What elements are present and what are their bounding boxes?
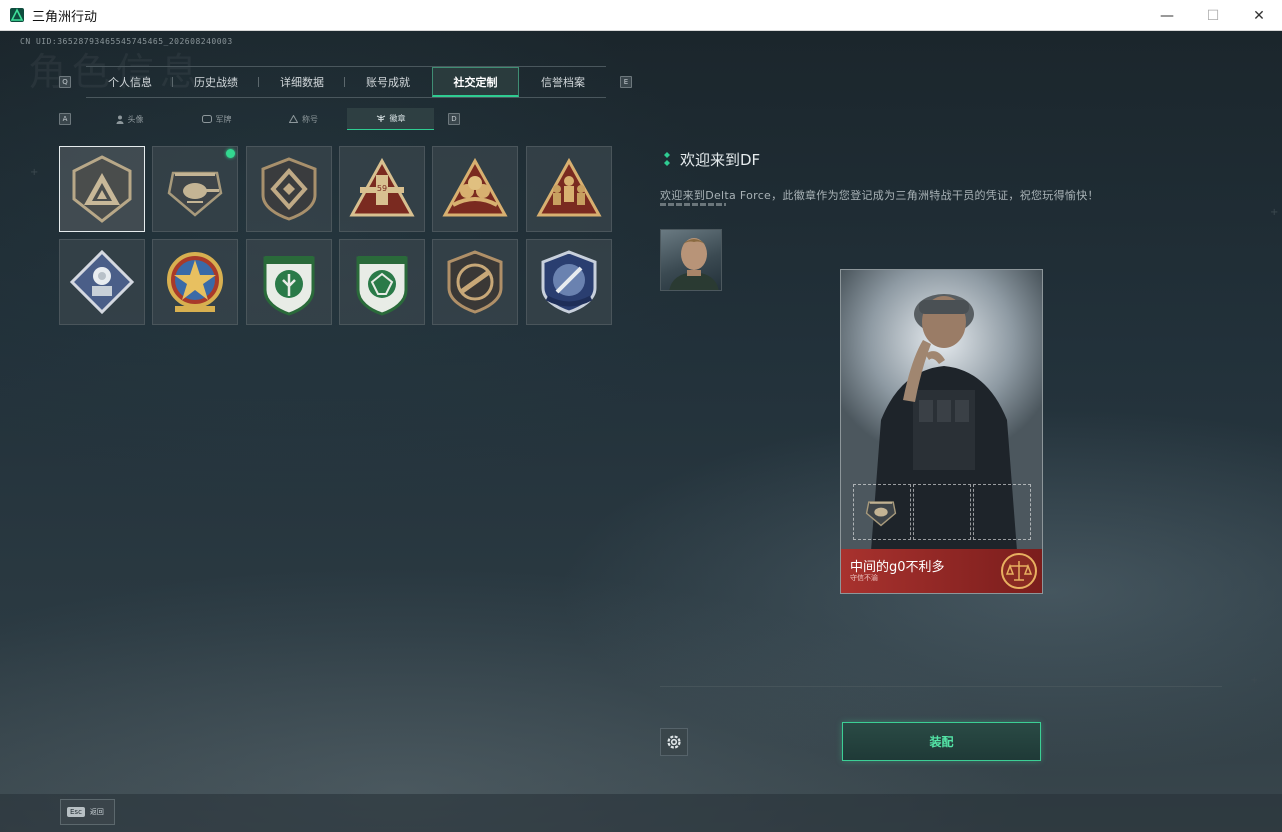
operator-card: 中间的g0不利多 守信不渝 (840, 269, 1043, 594)
badge-slot-2[interactable] (913, 484, 971, 540)
subtab-label: 头像 (127, 114, 144, 124)
tab-social-custom[interactable]: 社交定制 (432, 67, 519, 97)
badge-title: 欢迎来到DF (680, 151, 761, 169)
badge-cell-soldiers[interactable] (526, 146, 612, 232)
tag-icon (201, 115, 212, 123)
badge-cell-green-leaf[interactable] (246, 239, 332, 325)
badge-cell-green-gem[interactable] (339, 239, 425, 325)
wings-icon (376, 115, 385, 122)
esc-key: Esc (67, 807, 85, 817)
subtab-label: 徽章 (389, 114, 406, 123)
subtab-avatar[interactable]: 头像 (86, 108, 173, 130)
panel-divider (660, 686, 1222, 687)
rose-badge-icon (69, 249, 135, 315)
badge-slot-1[interactable] (853, 484, 911, 540)
delta-badge-icon (72, 155, 132, 223)
tab-separator (258, 77, 259, 87)
badge-cell-diamond-shield[interactable] (246, 146, 332, 232)
tab-detailed-data[interactable]: 详细数据 (264, 67, 340, 97)
badge-cell-plane-59[interactable]: 59 (339, 146, 425, 232)
badge-cell-rifle[interactable] (432, 239, 518, 325)
plane-59-badge-icon: 59 (349, 157, 415, 217)
tabs-divider (86, 97, 606, 98)
green-gem-badge-icon (356, 256, 408, 316)
player-avatar (660, 229, 722, 291)
helicopter-badge-icon (167, 171, 223, 217)
subtab-label: 军牌 (215, 114, 232, 124)
badge-cell-blue-sword[interactable] (526, 239, 612, 325)
title-marker-icon (664, 152, 670, 166)
settings-button[interactable] (660, 728, 688, 756)
subtab-title[interactable]: 称号 (260, 108, 347, 130)
soldiers-badge-icon (536, 157, 602, 217)
tri-peaks-badge-icon (442, 157, 508, 217)
bottom-bar (0, 794, 1282, 832)
decor-plus: + (30, 167, 39, 178)
app-logo-icon (10, 8, 24, 22)
badge-cell-helicopter[interactable] (152, 146, 238, 232)
window-titlebar: 三角洲行动 — ☐ ✕ (0, 0, 1282, 31)
svg-text:59: 59 (377, 184, 387, 193)
badge-cell-star[interactable] (152, 239, 238, 325)
next-subtab-key[interactable]: D (448, 113, 460, 125)
description-divider (660, 203, 726, 206)
window-title: 三角洲行动 (32, 9, 98, 25)
prev-tab-key[interactable]: Q (59, 76, 71, 88)
badge-description: 欢迎来到Delta Force，此徽章作为您登记成为三角洲特战干员的凭证，祝您玩… (660, 189, 1099, 202)
subtab-dogtag[interactable]: 军牌 (173, 108, 260, 130)
tab-history[interactable]: 历史战绩 (178, 67, 254, 97)
minimize-button[interactable]: — (1144, 0, 1190, 31)
subtab-label: 称号 (302, 114, 318, 124)
back-button[interactable]: Esc 返回 (60, 799, 115, 825)
helicopter-badge-icon (865, 501, 897, 527)
uid-label: CN UID:365287934655457454​65_20260824000… (20, 37, 233, 46)
decor-plus: + (1270, 207, 1279, 218)
triangle-icon (289, 115, 298, 123)
tab-achievements[interactable]: 账号成就 (350, 67, 426, 97)
badge-slot-3[interactable] (973, 484, 1031, 540)
subtab-badge[interactable]: 徽章 (347, 108, 434, 130)
green-leaf-badge-icon (263, 256, 315, 316)
tab-separator (172, 77, 173, 87)
rifle-badge-icon (447, 250, 503, 314)
equip-button[interactable]: 装配 (842, 722, 1041, 761)
blue-sword-badge-icon (541, 250, 597, 314)
avatar-portrait-icon (669, 238, 719, 290)
card-nameplate: 中间的g0不利多 守信不渝 (841, 549, 1042, 593)
close-button[interactable]: ✕ (1236, 0, 1282, 31)
decor-plus: + (1250, 675, 1259, 686)
justice-scale-icon (1001, 553, 1037, 589)
star-badge-icon (167, 252, 223, 312)
tab-reputation[interactable]: 信誉档案 (525, 67, 601, 97)
next-tab-key[interactable]: E (620, 76, 632, 88)
person-icon (116, 115, 123, 124)
back-label: 返回 (89, 808, 104, 816)
diamond-shield-badge-icon (261, 157, 317, 221)
tab-personal-info[interactable]: 个人信息 (92, 67, 168, 97)
prev-subtab-key[interactable]: A (59, 113, 71, 125)
maximize-button[interactable]: ☐ (1190, 0, 1236, 31)
badge-cell-rose[interactable] (59, 239, 145, 325)
badge-cell-delta[interactable] (59, 146, 145, 232)
player-reputation-title: 守信不渝 (850, 574, 878, 582)
tab-separator (344, 77, 345, 87)
badge-cell-tri-peaks[interactable] (432, 146, 518, 232)
game-viewport: 角色信息 CN UID:365287934655457454​65_202608… (0, 31, 1282, 832)
gear-icon (667, 735, 681, 749)
new-indicator (226, 149, 235, 158)
